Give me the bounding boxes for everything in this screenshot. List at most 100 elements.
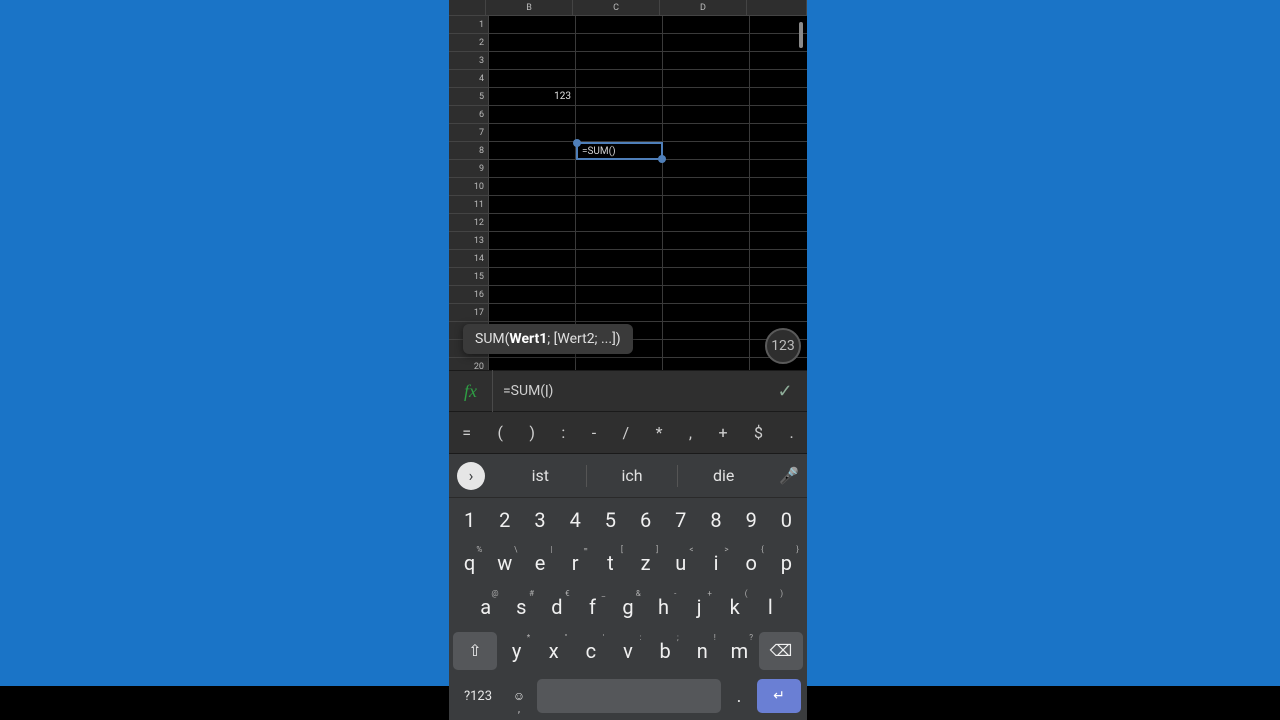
cell-B7[interactable]	[489, 124, 576, 142]
key-n[interactable]: n!	[685, 632, 720, 670]
cell-C9[interactable]	[576, 160, 663, 178]
symbol-key--[interactable]: -	[586, 419, 602, 446]
key-w[interactable]: w\	[488, 544, 521, 582]
cell-partial-5[interactable]	[750, 88, 807, 106]
key-k[interactable]: k(	[718, 588, 752, 626]
cell-B11[interactable]	[489, 196, 576, 214]
symbol-key-.[interactable]: .	[783, 419, 799, 446]
suggestion-die[interactable]: die	[678, 466, 769, 485]
cell-B5[interactable]: 123	[489, 88, 576, 106]
backspace-key[interactable]: ⌫	[759, 632, 803, 670]
cell-B10[interactable]	[489, 178, 576, 196]
symbol-key-)[interactable]: )	[523, 419, 541, 446]
mic-icon[interactable]: 🎤	[771, 466, 807, 485]
selection-handle-br[interactable]	[658, 155, 666, 163]
cell-D6[interactable]	[663, 106, 750, 124]
cell-C15[interactable]	[576, 268, 663, 286]
key-u[interactable]: u<	[664, 544, 697, 582]
emoji-key[interactable]: ☺	[507, 679, 531, 713]
key-g[interactable]: g&	[611, 588, 645, 626]
key-y[interactable]: y*	[499, 632, 534, 670]
cell-partial-13[interactable]	[750, 232, 807, 250]
key-1[interactable]: 1	[453, 501, 486, 539]
cell-C7[interactable]	[576, 124, 663, 142]
cell-D4[interactable]	[663, 70, 750, 88]
cell-B8[interactable]	[489, 142, 576, 160]
key-3[interactable]: 3	[523, 501, 556, 539]
key-x[interactable]: x"	[536, 632, 571, 670]
symbols-mode-key[interactable]: ?123	[455, 679, 501, 713]
row-header-6[interactable]: 6	[449, 106, 489, 124]
row-header-17[interactable]: 17	[449, 304, 489, 322]
cell-partial-12[interactable]	[750, 214, 807, 232]
symbol-key-,[interactable]: ,	[683, 419, 698, 446]
cell-grid[interactable]: 123 =SUM()	[489, 16, 807, 370]
key-j[interactable]: j+	[682, 588, 716, 626]
symbol-key-$[interactable]: $	[748, 419, 769, 446]
row-header-15[interactable]: 15	[449, 268, 489, 286]
cell-C6[interactable]	[576, 106, 663, 124]
cell-B6[interactable]	[489, 106, 576, 124]
row-header-3[interactable]: 3	[449, 52, 489, 70]
cell-B15[interactable]	[489, 268, 576, 286]
key-4[interactable]: 4	[559, 501, 592, 539]
cell-partial-4[interactable]	[750, 70, 807, 88]
key-7[interactable]: 7	[664, 501, 697, 539]
key-l[interactable]: l)	[753, 588, 787, 626]
shift-key[interactable]: ⇧	[453, 632, 497, 670]
col-header-B[interactable]: B	[486, 0, 573, 16]
row-header-12[interactable]: 12	[449, 214, 489, 232]
key-a[interactable]: a@	[469, 588, 503, 626]
cell-partial-7[interactable]	[750, 124, 807, 142]
cell-D11[interactable]	[663, 196, 750, 214]
cell-D15[interactable]	[663, 268, 750, 286]
spacebar-key[interactable]	[537, 679, 721, 713]
cell-C1[interactable]	[576, 16, 663, 34]
row-header-9[interactable]: 9	[449, 160, 489, 178]
row-header-4[interactable]: 4	[449, 70, 489, 88]
cell-C2[interactable]	[576, 34, 663, 52]
cell-D8[interactable]	[663, 142, 750, 160]
symbol-key-:[interactable]: :	[555, 419, 571, 446]
cell-D16[interactable]	[663, 286, 750, 304]
active-cell[interactable]: =SUM()	[576, 142, 663, 160]
cell-D2[interactable]	[663, 34, 750, 52]
cell-C5[interactable]	[576, 88, 663, 106]
key-5[interactable]: 5	[594, 501, 627, 539]
cell-B3[interactable]	[489, 52, 576, 70]
cell-D18[interactable]	[663, 322, 750, 340]
cell-D10[interactable]	[663, 178, 750, 196]
cell-D19[interactable]	[663, 340, 750, 358]
col-header-C[interactable]: C	[573, 0, 660, 16]
key-8[interactable]: 8	[699, 501, 732, 539]
row-header-13[interactable]: 13	[449, 232, 489, 250]
cell-C16[interactable]	[576, 286, 663, 304]
key-q[interactable]: q%	[453, 544, 486, 582]
key-m[interactable]: m?	[722, 632, 757, 670]
cell-D13[interactable]	[663, 232, 750, 250]
cell-D3[interactable]	[663, 52, 750, 70]
cell-partial-3[interactable]	[750, 52, 807, 70]
suggestion-ist[interactable]: ist	[495, 466, 586, 485]
key-0[interactable]: 0	[770, 501, 803, 539]
scrollbar-vertical[interactable]	[799, 22, 803, 48]
cell-B17[interactable]	[489, 304, 576, 322]
key-o[interactable]: o{	[735, 544, 768, 582]
row-header-16[interactable]: 16	[449, 286, 489, 304]
cell-C10[interactable]	[576, 178, 663, 196]
cell-partial-15[interactable]	[750, 268, 807, 286]
cell-B12[interactable]	[489, 214, 576, 232]
period-key[interactable]: .	[727, 679, 751, 713]
row-header-8[interactable]: 8	[449, 142, 489, 160]
cell-B4[interactable]	[489, 70, 576, 88]
key-s[interactable]: s#	[505, 588, 539, 626]
cell-partial-14[interactable]	[750, 250, 807, 268]
key-i[interactable]: i>	[699, 544, 732, 582]
row-header-10[interactable]: 10	[449, 178, 489, 196]
cell-B16[interactable]	[489, 286, 576, 304]
cell-C12[interactable]	[576, 214, 663, 232]
row-header-1[interactable]: 1	[449, 16, 489, 34]
select-all-stub[interactable]	[449, 0, 486, 16]
key-r[interactable]: r=	[559, 544, 592, 582]
cell-C3[interactable]	[576, 52, 663, 70]
